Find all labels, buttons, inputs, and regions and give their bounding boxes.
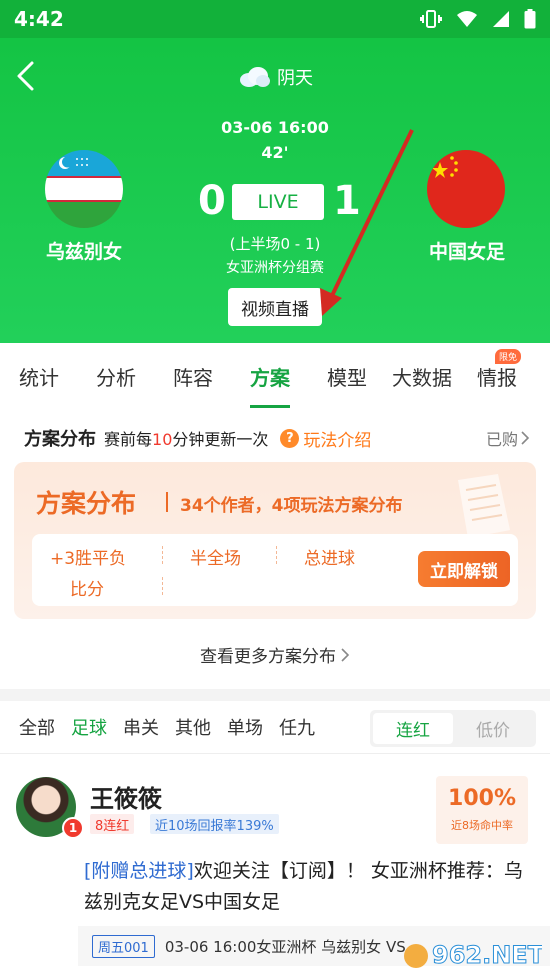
weekday-tag: 周五001 — [92, 934, 155, 958]
league-name: 女亚洲杯分组赛 — [226, 260, 324, 276]
sort-streak[interactable]: 连红 — [373, 713, 453, 744]
home-score: 0 — [198, 178, 226, 224]
purchased-label: 已购 — [485, 430, 518, 449]
tab-label: 阵容 — [173, 366, 213, 390]
half-time-score: (上半场0 - 1) — [229, 235, 321, 253]
weather-text: 阴天 — [277, 68, 313, 89]
scheme-header: 方案分布 赛前每10分钟更新一次 ? 玩法介绍 已购 — [24, 424, 530, 452]
svg-text:962.NET: 962.NET — [432, 941, 542, 969]
match-info: 03-06 16:00女亚洲杯 乌兹别女 VS — [164, 937, 406, 956]
match-header: 阴天 03-06 16:00 42' 乌兹别女 0 LIVE 1 中国女足 (上… — [0, 38, 550, 343]
dashed-divider — [276, 546, 277, 564]
expert-card[interactable]: 1 王筱筱 8连红 近10场回报率139% 100% 近8场命中率 [附赠总进球… — [0, 760, 550, 977]
sort-low-price[interactable]: 低价 — [453, 713, 533, 744]
status-icons — [420, 9, 536, 29]
section-divider — [0, 689, 550, 701]
uzbekistan-flag-icon — [45, 150, 123, 228]
tab-label: 大数据 — [392, 366, 452, 390]
wifi-icon — [457, 11, 477, 27]
live-badge: LIVE — [232, 184, 324, 220]
status-time: 4:42 — [14, 7, 64, 31]
tab-label: 模型 — [327, 366, 367, 390]
post-tag: [附赠总进球] — [84, 860, 194, 882]
tab-big-data[interactable]: 大数据 — [392, 343, 452, 410]
match-time: 03-06 16:00 — [221, 118, 329, 137]
section-title: 方案分布 — [24, 429, 96, 450]
dashed-divider — [162, 577, 163, 595]
hit-rate-box: 100% 近8场命中率 — [436, 776, 528, 844]
more-schemes-label: 查看更多方案分布 — [200, 647, 336, 667]
rules-link[interactable]: ? 玩法介绍 — [280, 426, 371, 451]
filter-bar: 全部 足球 串关 其他 单场 任九 连红 低价 — [0, 701, 550, 754]
tab-intel[interactable]: 情报 限免 — [477, 343, 521, 410]
more-schemes-link[interactable]: 查看更多方案分布 — [0, 642, 550, 667]
detail-tabs: 统计 分析 阵容 方案 模型 大数据 情报 限免 — [0, 343, 550, 410]
tab-label: 方案 — [250, 366, 290, 390]
tab-label: 统计 — [19, 366, 59, 390]
rules-link-label: 玩法介绍 — [303, 430, 372, 451]
hit-rate: 100% — [448, 786, 516, 811]
status-bar: 4:42 — [0, 0, 550, 38]
tab-scheme[interactable]: 方案 — [250, 343, 290, 410]
promo-subtitle: 34个作者，4项玩法方案分布 — [180, 496, 403, 516]
watermark-logo-icon: 962.NET — [404, 941, 542, 970]
filter-single[interactable]: 单场 — [227, 714, 263, 740]
filter-parlay[interactable]: 串关 — [123, 714, 159, 740]
play-type: 比分 — [70, 580, 104, 600]
return-rate-tag: 近10场回报率139% — [150, 814, 279, 834]
play-type: 半全场 — [190, 549, 241, 569]
hit-rate-label: 近8场命中率 — [451, 819, 513, 832]
sort-toggle: 连红 低价 — [370, 710, 536, 747]
video-live-button[interactable]: 视频直播 — [228, 288, 322, 326]
promo-divider — [166, 492, 168, 512]
chevron-right-icon — [341, 647, 350, 662]
cloud-icon — [240, 67, 270, 87]
match-detail-page: 4:42 阴天 03-06 16:00 42' 乌兹别女 0 LIVE 1 中国… — [0, 0, 550, 977]
tab-label: 情报 — [477, 366, 517, 390]
tab-stats[interactable]: 统计 — [19, 343, 59, 410]
document-icon — [458, 474, 510, 538]
play-types-panel: +3胜平负 半全场 总进球 比分 立即解锁 — [32, 534, 518, 606]
signal-icon — [493, 11, 509, 27]
free-badge: 限免 — [494, 349, 521, 364]
china-flag-icon — [427, 150, 505, 228]
expert-name[interactable]: 王筱筱 — [90, 779, 162, 814]
update-note-suffix: 分钟更新一次 — [172, 430, 269, 449]
unlock-button[interactable]: 立即解锁 — [418, 551, 510, 587]
filter-pick-nine[interactable]: 任九 — [279, 714, 315, 740]
filter-other[interactable]: 其他 — [175, 714, 211, 740]
vibrate-icon — [420, 10, 442, 28]
filter-football[interactable]: 足球 — [71, 714, 107, 740]
away-score: 1 — [333, 178, 361, 224]
play-type: 总进球 — [304, 549, 355, 569]
purchased-link[interactable]: 已购 — [486, 426, 530, 450]
promo-title: 方案分布 — [36, 489, 137, 518]
post-text[interactable]: [附赠总进球]欢迎关注【订阅】！ 女亚洲杯推荐：乌兹别克女足VS中国女足 — [84, 856, 524, 918]
away-team-flag — [427, 150, 505, 228]
update-note-prefix: 赛前每 — [104, 430, 153, 449]
tab-label: 分析 — [96, 366, 136, 390]
streak-tag: 8连红 — [90, 814, 135, 834]
question-icon: ? — [280, 428, 300, 448]
update-interval: 10 — [152, 430, 173, 449]
update-note: 赛前每10分钟更新一次 — [104, 426, 268, 450]
rank-badge: 1 — [62, 817, 84, 839]
scheme-promo-card: 方案分布 34个作者，4项玩法方案分布 +3胜平负 半全场 总进球 比分 立即解… — [14, 462, 536, 619]
dashed-divider — [162, 546, 163, 564]
tab-analysis[interactable]: 分析 — [96, 343, 136, 410]
filter-all[interactable]: 全部 — [19, 714, 55, 740]
play-type: +3胜平负 — [50, 549, 127, 569]
chevron-right-icon — [521, 431, 530, 445]
battery-icon — [524, 9, 536, 29]
home-team-flag — [45, 150, 123, 228]
weather: 阴天 — [0, 64, 550, 90]
tab-lineup[interactable]: 阵容 — [173, 343, 213, 410]
tab-model[interactable]: 模型 — [327, 343, 367, 410]
